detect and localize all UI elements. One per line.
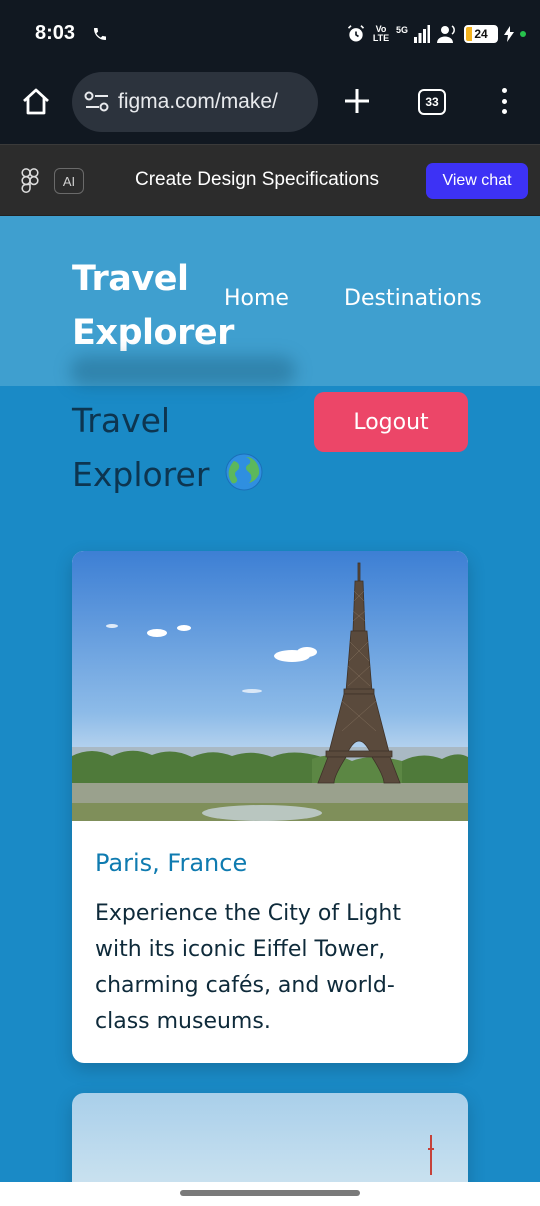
call-icon (94, 28, 106, 40)
view-chat-button[interactable]: View chat (426, 163, 528, 199)
site-header: Travel Explorer Home Destinations (0, 216, 540, 386)
system-navigation-bar (0, 1182, 540, 1206)
site-settings-icon[interactable] (84, 91, 110, 113)
card-description: Experience the City of Light with its ic… (95, 901, 401, 1034)
volte-indicator: Vo LTE (372, 24, 390, 43)
tab-switcher-button[interactable]: 33 (418, 89, 446, 115)
charging-icon (504, 26, 514, 42)
page-title-text: Travel Explorer (72, 401, 210, 494)
figma-file-title: Create Design Specifications (135, 169, 379, 190)
status-icons: Vo LTE 5G 24 (346, 24, 526, 44)
browser-toolbar: figma.com/make/ 33 (0, 68, 540, 144)
status-time: 8:03 (35, 22, 76, 44)
battery-indicator: 24 (464, 25, 498, 43)
url-text: figma.com/make/ (118, 90, 278, 113)
figma-logo-icon[interactable] (20, 168, 40, 194)
card-title: Paris, France (95, 849, 248, 877)
logout-button[interactable]: Logout (314, 392, 468, 452)
paris-eiffel-tower-image (72, 551, 468, 821)
hotspot-user-icon (437, 25, 455, 43)
globe-icon (225, 453, 263, 491)
alarm-icon (347, 25, 365, 42)
home-icon[interactable] (20, 86, 52, 118)
signal-icon (414, 25, 430, 43)
ai-badge: AI (54, 168, 84, 194)
browser-menu-icon[interactable] (494, 86, 514, 116)
destination-card[interactable]: Paris, France Experience the City of Lig… (72, 551, 468, 1063)
tab-count: 33 (425, 95, 439, 109)
header-overflow-shadow (70, 356, 296, 386)
privacy-dot (520, 31, 526, 37)
status-bar: 8:03 Vo LTE 5G 24 (0, 0, 540, 68)
address-bar[interactable]: figma.com/make/ (72, 72, 318, 132)
page-title: Travel Explorer (72, 394, 302, 502)
network-label: 5G (395, 25, 408, 35)
figma-make-bar: AI Create Design Specifications View cha… (0, 144, 540, 216)
nav-link-destinations[interactable]: Destinations (344, 286, 482, 311)
new-tab-icon[interactable] (342, 86, 372, 116)
nav-link-home[interactable]: Home (224, 286, 289, 311)
battery-level: 24 (474, 27, 488, 41)
site-logo[interactable]: Travel Explorer (72, 252, 242, 360)
home-gesture-handle[interactable] (180, 1190, 360, 1196)
